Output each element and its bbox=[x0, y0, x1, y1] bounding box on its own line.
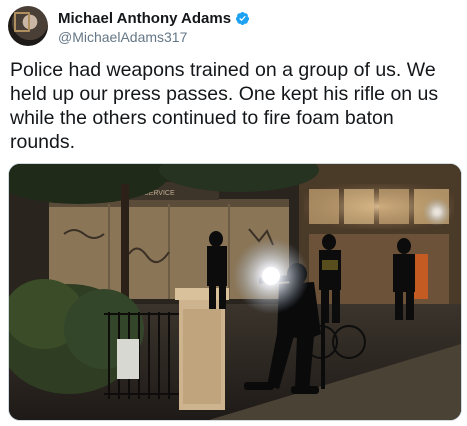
author-handle[interactable]: @MichaelAdams317 bbox=[58, 29, 187, 45]
tweet-header: Michael Anthony Adams @MichaelAdams317 bbox=[6, 4, 461, 48]
avatar[interactable] bbox=[8, 6, 48, 46]
author-name[interactable]: Michael Anthony Adams bbox=[58, 10, 231, 27]
tweet-media-image[interactable]: TAX SERVICE bbox=[8, 163, 462, 421]
author-name-row[interactable]: Michael Anthony Adams bbox=[58, 10, 250, 27]
tweet-text: Police had weapons trained on a group of… bbox=[10, 59, 444, 153]
verified-badge-icon bbox=[236, 12, 250, 25]
night-street-scene: TAX SERVICE bbox=[9, 164, 461, 420]
